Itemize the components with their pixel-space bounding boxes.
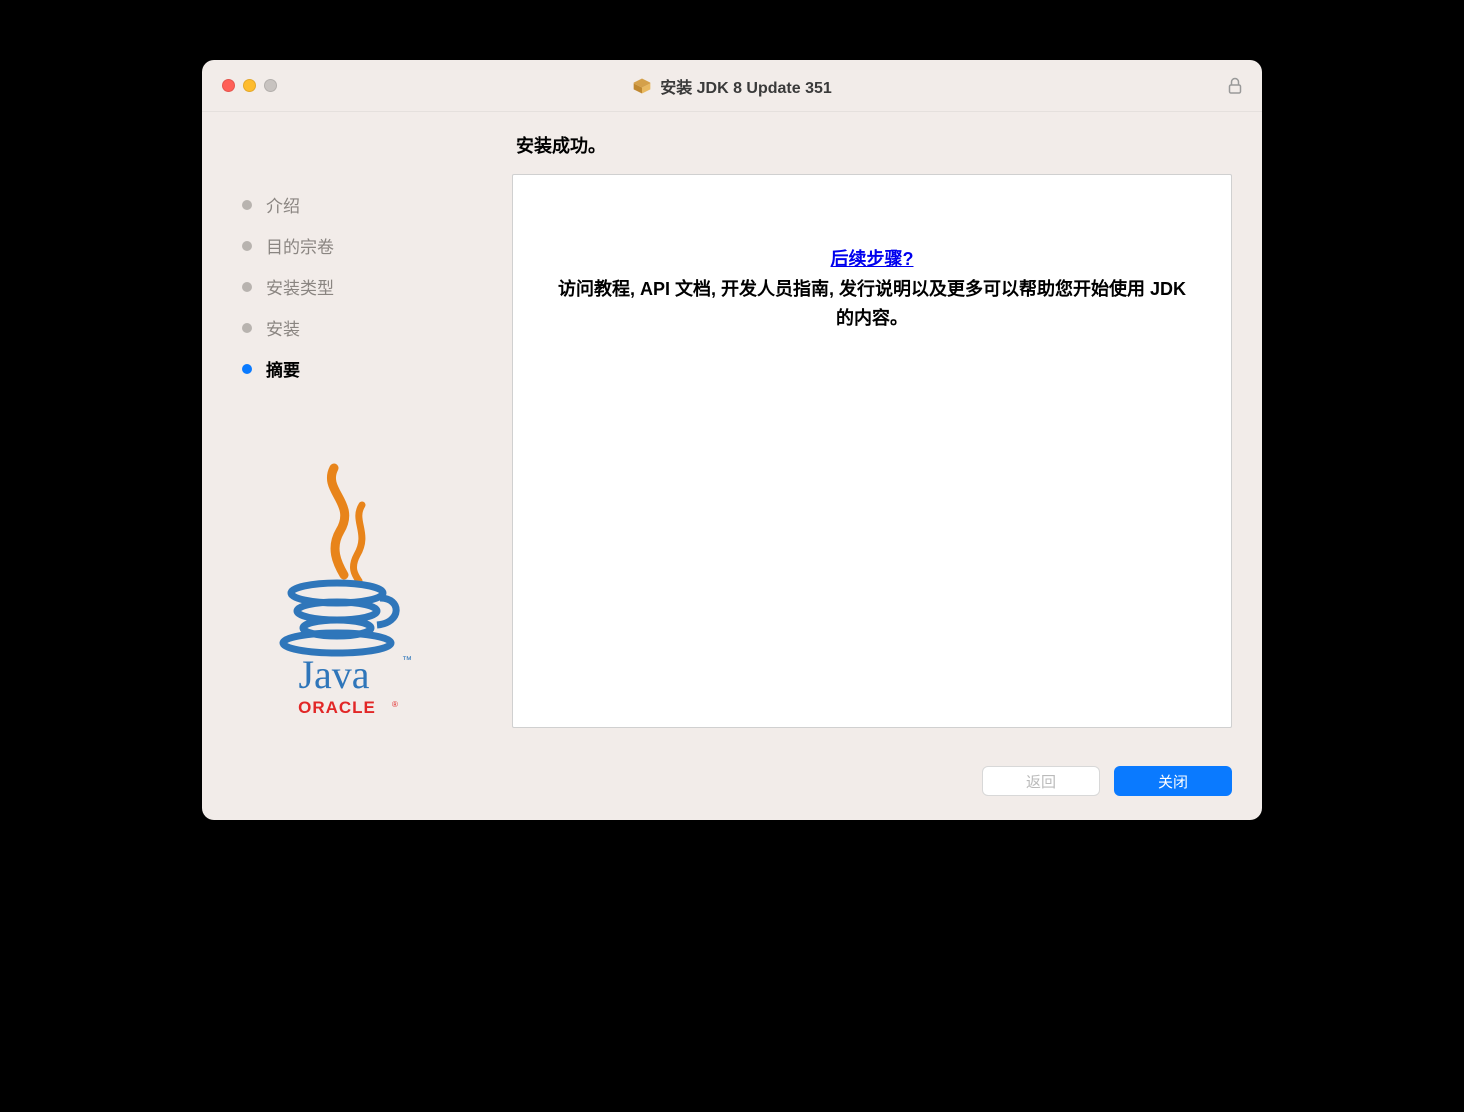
svg-text:Java: Java (298, 652, 369, 697)
step-bullet-icon (242, 200, 252, 210)
minimize-window-button[interactable] (243, 79, 256, 92)
window-title: 安装 JDK 8 Update 351 (660, 74, 832, 98)
step-label: 目的宗卷 (266, 233, 334, 258)
step-list: 介绍 目的宗卷 安装类型 安装 摘要 (232, 192, 512, 381)
installer-window: 安装 JDK 8 Update 351 介绍 目的宗卷 安装类型 (202, 60, 1262, 820)
package-icon (632, 76, 652, 96)
close-window-button[interactable] (222, 79, 235, 92)
window-body: 介绍 目的宗卷 安装类型 安装 摘要 (202, 112, 1262, 748)
java-logo: Java ™ ORACLE ® (232, 463, 512, 728)
lock-icon[interactable] (1228, 77, 1242, 95)
step-introduction: 介绍 (242, 192, 512, 217)
step-install: 安装 (242, 315, 512, 340)
step-bullet-icon (242, 282, 252, 292)
titlebar: 安装 JDK 8 Update 351 (202, 60, 1262, 112)
svg-text:®: ® (392, 700, 398, 709)
content-area: 安装成功。 后续步骤? 访问教程, API 文档, 开发人员指南, 发行说明以及… (512, 132, 1232, 728)
step-bullet-icon (242, 364, 252, 374)
next-steps-link[interactable]: 后续步骤? (831, 249, 914, 269)
svg-text:™: ™ (402, 655, 412, 666)
step-bullet-icon (242, 241, 252, 251)
step-label: 安装类型 (266, 274, 334, 299)
step-destination: 目的宗卷 (242, 233, 512, 258)
content-box: 后续步骤? 访问教程, API 文档, 开发人员指南, 发行说明以及更多可以帮助… (512, 174, 1232, 728)
sidebar: 介绍 目的宗卷 安装类型 安装 摘要 (232, 132, 512, 728)
footer: 返回 关闭 (202, 748, 1262, 820)
svg-text:ORACLE: ORACLE (298, 698, 376, 717)
close-button[interactable]: 关闭 (1114, 766, 1232, 796)
install-success-heading: 安装成功。 (512, 132, 1232, 158)
step-install-type: 安装类型 (242, 274, 512, 299)
window-controls (222, 79, 277, 92)
step-label: 安装 (266, 315, 300, 340)
zoom-window-button (264, 79, 277, 92)
step-summary: 摘要 (242, 356, 512, 381)
step-label: 介绍 (266, 192, 300, 217)
back-button: 返回 (982, 766, 1100, 796)
step-label: 摘要 (266, 356, 300, 381)
step-bullet-icon (242, 323, 252, 333)
content-description: 访问教程, API 文档, 开发人员指南, 发行说明以及更多可以帮助您开始使用 … (533, 275, 1211, 333)
